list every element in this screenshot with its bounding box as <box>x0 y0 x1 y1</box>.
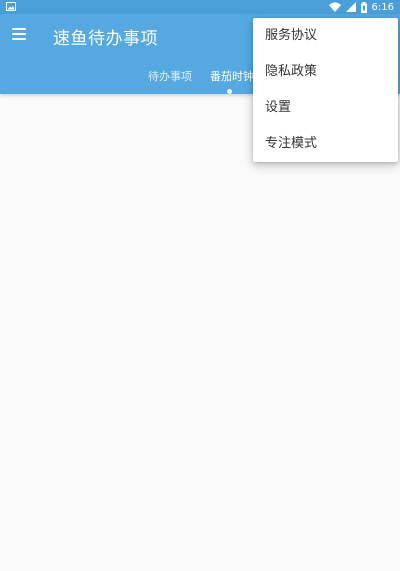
image-icon <box>6 2 16 11</box>
app-title: 速鱼待办事项 <box>53 29 158 49</box>
signal-icon <box>345 2 356 12</box>
menu-item-privacy[interactable]: 隐私政策 <box>253 54 398 90</box>
battery-icon <box>360 1 367 13</box>
wifi-icon <box>328 2 341 12</box>
status-bar: 6:16 <box>0 0 400 14</box>
hamburger-menu-icon[interactable] <box>12 28 26 42</box>
tab-bar: 待办事项 番茄时钟 <box>148 68 254 84</box>
tab-pomodoro[interactable]: 番茄时钟 <box>210 68 254 84</box>
main-content <box>0 94 400 571</box>
status-right: 6:16 <box>328 0 394 14</box>
status-time: 6:16 <box>371 1 394 13</box>
tab-todo[interactable]: 待办事项 <box>148 68 192 84</box>
menu-item-terms[interactable]: 服务协议 <box>253 18 398 54</box>
